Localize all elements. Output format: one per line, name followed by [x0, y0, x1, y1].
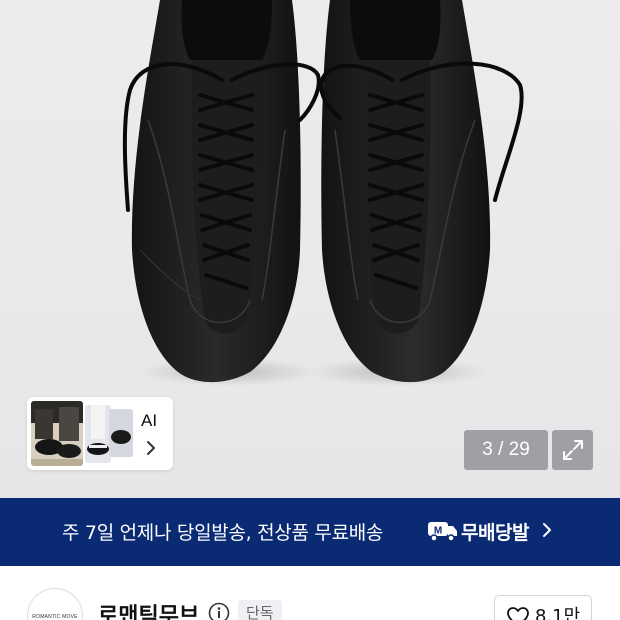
like-button[interactable]: 8.1만 — [494, 595, 592, 620]
store-logo[interactable]: ROMANTIC MOVE — [27, 588, 83, 620]
delivery-truck-icon: M — [427, 519, 459, 547]
expand-icon — [563, 440, 583, 460]
info-icon[interactable] — [208, 602, 230, 620]
image-counter: 3 / 29 — [464, 430, 548, 470]
free-shipping-banner[interactable]: 주 7일 언제나 당일발송, 전상품 무료배송 M 무배당발 — [0, 498, 620, 566]
exclusive-badge: 단독 — [238, 600, 282, 620]
ai-thumbnail-image-2 — [85, 405, 111, 463]
product-image-gallery[interactable]: AI 3 / 29 — [0, 0, 620, 498]
banner-text: 주 7일 언제나 당일발송, 전상품 무료배송 — [62, 522, 384, 544]
ai-label: AI — [141, 411, 158, 430]
like-count: 8.1만 — [535, 606, 581, 620]
store-logo-text: ROMANTIC MOVE — [32, 614, 78, 620]
expand-button[interactable] — [552, 430, 593, 470]
ai-thumbnail-image-3 — [109, 409, 133, 457]
ai-recommendation-card[interactable]: AI — [27, 397, 173, 470]
store-info-row: ROMANTIC MOVE 로맨틱무브 단독 8.1만 — [0, 566, 620, 620]
ai-thumbnail-image — [31, 401, 83, 466]
chevron-right-icon — [542, 522, 552, 542]
store-name[interactable]: 로맨틱무브 — [98, 598, 199, 620]
heart-icon — [507, 607, 529, 620]
delivery-label: 무배당발 — [461, 522, 529, 544]
